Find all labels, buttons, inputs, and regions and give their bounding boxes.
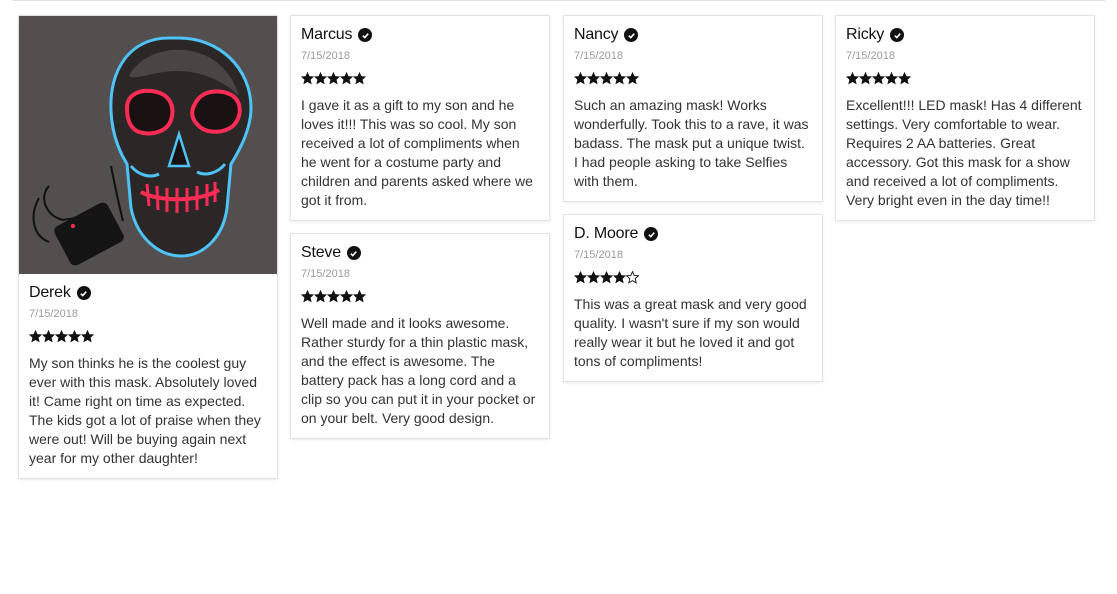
star-filled-icon bbox=[301, 72, 314, 85]
reviewer-name: Steve bbox=[301, 244, 341, 261]
glowing-skull-mask-photo bbox=[19, 16, 277, 274]
star-filled-icon bbox=[55, 330, 68, 343]
review-card: Steve 7/15/2018 Well made and it looks a… bbox=[290, 233, 550, 439]
star-filled-icon bbox=[340, 72, 353, 85]
star-filled-icon bbox=[574, 72, 587, 85]
star-filled-icon bbox=[68, 330, 81, 343]
review-date: 7/15/2018 bbox=[301, 268, 350, 280]
review-photo[interactable] bbox=[19, 16, 277, 274]
review-card: Ricky 7/15/2018 Excellent!!! LED mask! H… bbox=[835, 15, 1095, 221]
review-date: 7/15/2018 bbox=[846, 50, 895, 62]
verified-check-icon bbox=[644, 227, 659, 241]
review-card: Marcus 7/15/2018 I gave it as a gift to … bbox=[290, 15, 550, 221]
reviewer-name: Ricky bbox=[846, 26, 885, 43]
star-rating bbox=[29, 330, 267, 344]
reviewer-name: Marcus bbox=[301, 26, 353, 43]
star-filled-icon bbox=[846, 72, 859, 85]
star-rating bbox=[574, 72, 812, 86]
star-filled-icon bbox=[353, 290, 366, 303]
verified-check-icon bbox=[890, 28, 905, 42]
star-filled-icon bbox=[600, 72, 613, 85]
star-filled-icon bbox=[626, 72, 639, 85]
review-text: This was a great mask and very good qual… bbox=[574, 296, 807, 369]
star-filled-icon bbox=[327, 290, 340, 303]
star-filled-icon bbox=[42, 330, 55, 343]
review-card: Nancy 7/15/2018 Such an amazing mask! Wo… bbox=[563, 15, 823, 202]
review-text: Such an amazing mask! Works wonderfully.… bbox=[574, 97, 809, 189]
review-card: Derek 7/15/2018 My son thinks he is the … bbox=[18, 15, 278, 479]
star-filled-icon bbox=[327, 72, 340, 85]
verified-check-icon bbox=[76, 286, 91, 300]
verified-check-icon bbox=[358, 28, 373, 42]
star-filled-icon bbox=[872, 72, 885, 85]
star-filled-icon bbox=[353, 72, 366, 85]
review-date: 7/15/2018 bbox=[301, 50, 350, 62]
review-text: My son thinks he is the coolest guy ever… bbox=[29, 355, 261, 466]
star-filled-icon bbox=[859, 72, 872, 85]
verified-check-icon bbox=[624, 28, 639, 42]
review-text: Well made and it looks awesome. Rather s… bbox=[301, 315, 536, 426]
star-filled-icon bbox=[587, 271, 600, 284]
review-text: I gave it as a gift to my son and he lov… bbox=[301, 97, 533, 208]
star-filled-icon bbox=[81, 330, 94, 343]
star-filled-icon bbox=[574, 271, 587, 284]
review-column-3: Nancy 7/15/2018 Such an amazing mask! Wo… bbox=[563, 15, 823, 394]
star-filled-icon bbox=[613, 72, 626, 85]
top-divider bbox=[12, 0, 1105, 1]
star-filled-icon bbox=[885, 72, 898, 85]
reviewer-name: D. Moore bbox=[574, 225, 639, 242]
star-rating bbox=[301, 72, 539, 86]
reviewer-name: Derek bbox=[29, 284, 71, 301]
review-date: 7/15/2018 bbox=[29, 308, 78, 320]
star-rating bbox=[574, 271, 812, 285]
star-filled-icon bbox=[898, 72, 911, 85]
review-date: 7/15/2018 bbox=[574, 50, 623, 62]
review-text: Excellent!!! LED mask! Has 4 different s… bbox=[846, 97, 1082, 208]
star-filled-icon bbox=[600, 271, 613, 284]
star-empty-icon bbox=[626, 271, 639, 284]
star-filled-icon bbox=[29, 330, 42, 343]
star-filled-icon bbox=[340, 290, 353, 303]
star-filled-icon bbox=[613, 271, 626, 284]
star-rating bbox=[846, 72, 1084, 86]
reviewer-name: Nancy bbox=[574, 26, 619, 43]
review-column-4: Ricky 7/15/2018 Excellent!!! LED mask! H… bbox=[835, 15, 1095, 233]
review-column-1: Derek 7/15/2018 My son thinks he is the … bbox=[18, 15, 278, 491]
verified-check-icon bbox=[346, 246, 361, 260]
review-date: 7/15/2018 bbox=[574, 249, 623, 261]
star-filled-icon bbox=[314, 290, 327, 303]
review-column-2: Marcus 7/15/2018 I gave it as a gift to … bbox=[290, 15, 550, 451]
review-card: D. Moore 7/15/2018 This was a great mask… bbox=[563, 214, 823, 382]
star-filled-icon bbox=[301, 290, 314, 303]
star-filled-icon bbox=[587, 72, 600, 85]
star-filled-icon bbox=[314, 72, 327, 85]
star-rating bbox=[301, 290, 539, 304]
